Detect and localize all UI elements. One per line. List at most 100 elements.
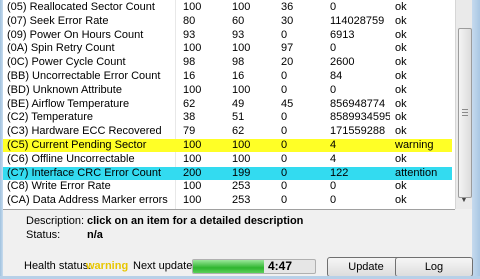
threshold-value: 45 <box>281 97 294 110</box>
raw-value: 6913 <box>330 28 355 41</box>
worst-value: 100 <box>232 152 251 165</box>
table-row[interactable]: (C2) Temperature 38 51 0 85899345958 ok <box>3 111 452 124</box>
grip-line <box>462 109 468 110</box>
scroll-down-arrow-icon[interactable]: ▼ <box>458 195 470 207</box>
table-row[interactable]: (CA) Data Address Marker errors 100 253 0 0 o… <box>3 194 452 207</box>
current-value: 62 <box>183 97 196 110</box>
vertical-scrollbar[interactable]: ▼ <box>455 0 473 209</box>
raw-value: 0 <box>330 194 337 207</box>
attribute-name: (09) Power On Hours Count <box>7 28 144 41</box>
next-update-timer: 4:47 <box>267 259 293 273</box>
status-value: n/a <box>87 229 103 241</box>
attribute-status: ok <box>395 194 407 207</box>
window-frame-right <box>472 0 480 279</box>
worst-value: 51 <box>232 111 245 124</box>
health-status-value: warning <box>86 260 129 272</box>
threshold-value: 0 <box>281 28 288 41</box>
worst-value: 98 <box>232 56 245 69</box>
attribute-name: (BD) Unknown Attribute <box>7 83 122 96</box>
threshold-value: 0 <box>281 83 288 96</box>
table-row[interactable]: (C7) Interface CRC Error Count 200 199 0 122… <box>3 166 452 180</box>
threshold-value: 0 <box>281 125 288 138</box>
current-value: 100 <box>183 1 202 13</box>
raw-value: 122 <box>330 166 349 179</box>
health-status-label: Health status: <box>24 260 92 272</box>
table-row[interactable]: (C6) Offline Uncorrectable 100 100 0 4 ok <box>3 153 452 166</box>
worst-value: 49 <box>232 97 245 110</box>
attribute-name: (05) Reallocated Sector Count <box>7 1 155 13</box>
attribute-status: ok <box>395 42 407 55</box>
attribute-status: ok <box>395 14 407 27</box>
table-row[interactable]: (C3) Hardware ECC Recovered 79 62 0 17155928… <box>3 125 452 138</box>
attribute-status: ok <box>395 97 407 110</box>
attribute-status: ok <box>395 111 407 124</box>
progress-fill <box>193 260 264 273</box>
grip-line <box>462 115 468 116</box>
next-update-progress-bar <box>192 259 316 274</box>
attribute-name: (0C) Power Cycle Count <box>7 56 126 69</box>
table-row[interactable]: (C5) Current Pending Sector 100 100 0 4 warni… <box>3 139 452 152</box>
table-row[interactable]: (BE) Airflow Temperature 62 49 45 856948774 o… <box>3 98 452 111</box>
threshold-value: 36 <box>281 1 294 13</box>
threshold-value: 0 <box>281 152 288 165</box>
threshold-value: 97 <box>281 42 294 55</box>
attribute-status: ok <box>395 152 407 165</box>
worst-value: 253 <box>232 194 251 207</box>
attribute-name: (C3) Hardware ECC Recovered <box>7 125 162 138</box>
raw-value: 171559288 <box>330 125 386 138</box>
attribute-status: ok <box>395 180 407 193</box>
raw-value: 0 <box>330 42 337 55</box>
threshold-value: 0 <box>281 139 288 151</box>
current-value: 16 <box>183 70 196 82</box>
table-row[interactable]: (09) Power On Hours Count 93 93 0 6913 ok <box>3 29 452 42</box>
table-row[interactable]: (C8) Write Error Rate 100 253 0 0 ok <box>3 180 452 193</box>
threshold-value: 0 <box>281 70 288 82</box>
attribute-name: (07) Seek Error Rate <box>7 14 109 27</box>
attribute-status: warning <box>395 139 434 151</box>
description-label: Description: <box>26 215 85 227</box>
table-row[interactable]: (0A) Spin Retry Count 100 100 97 0 ok <box>3 42 452 55</box>
raw-value: 2600 <box>330 56 355 69</box>
table-row[interactable]: (BD) Unknown Attribute 100 100 0 0 ok <box>3 84 452 97</box>
attribute-status: attention <box>395 166 438 179</box>
threshold-value: 20 <box>281 56 294 69</box>
current-value: 38 <box>183 111 196 124</box>
table-row[interactable]: (07) Seek Error Rate 80 60 30 114028759 ok <box>3 15 452 28</box>
table-row[interactable]: (0C) Power Cycle Count 98 98 20 2600 ok <box>3 56 452 69</box>
log-button[interactable]: Log <box>395 257 473 277</box>
raw-value: 0 <box>330 1 337 13</box>
table-row[interactable]: (05) Reallocated Sector Count 100 100 36 0 ok <box>3 1 452 14</box>
current-value: 79 <box>183 125 196 138</box>
attribute-name: (BE) Airflow Temperature <box>7 97 130 110</box>
current-value: 100 <box>183 83 202 96</box>
current-value: 93 <box>183 28 196 41</box>
threshold-value: 0 <box>281 111 288 124</box>
worst-value: 100 <box>232 1 251 13</box>
worst-value: 253 <box>232 180 251 193</box>
attribute-name: (C7) Interface CRC Error Count <box>7 166 162 179</box>
update-button[interactable]: Update <box>327 257 405 277</box>
raw-value: 856948774 <box>330 97 386 110</box>
raw-value: 0 <box>330 180 337 193</box>
status-label: Status: <box>26 229 61 241</box>
next-update-label: Next update: <box>133 260 196 272</box>
raw-value: 4 <box>330 139 337 151</box>
current-value: 100 <box>183 152 202 165</box>
raw-value: 0 <box>330 83 337 96</box>
raw-value: 84 <box>330 70 343 82</box>
raw-value: 85899345958 <box>330 111 390 124</box>
raw-value: 114028759 <box>330 14 385 27</box>
current-value: 100 <box>183 180 202 193</box>
worst-value: 100 <box>232 139 251 151</box>
threshold-value: 0 <box>281 166 288 179</box>
current-value: 100 <box>183 194 202 207</box>
smart-attribute-list[interactable]: (05) Reallocated Sector Count 100 100 36 0 ok… <box>3 0 455 210</box>
worst-value: 16 <box>232 70 245 82</box>
attribute-status: ok <box>395 70 407 82</box>
scrollbar-thumb[interactable] <box>458 28 472 198</box>
threshold-value: 0 <box>281 180 288 193</box>
raw-value: 4 <box>330 152 337 165</box>
attribute-status: ok <box>395 125 407 138</box>
attribute-name: (BB) Uncorrectable Error Count <box>7 70 161 82</box>
table-row[interactable]: (BB) Uncorrectable Error Count 16 16 0 84 ok <box>3 70 452 83</box>
